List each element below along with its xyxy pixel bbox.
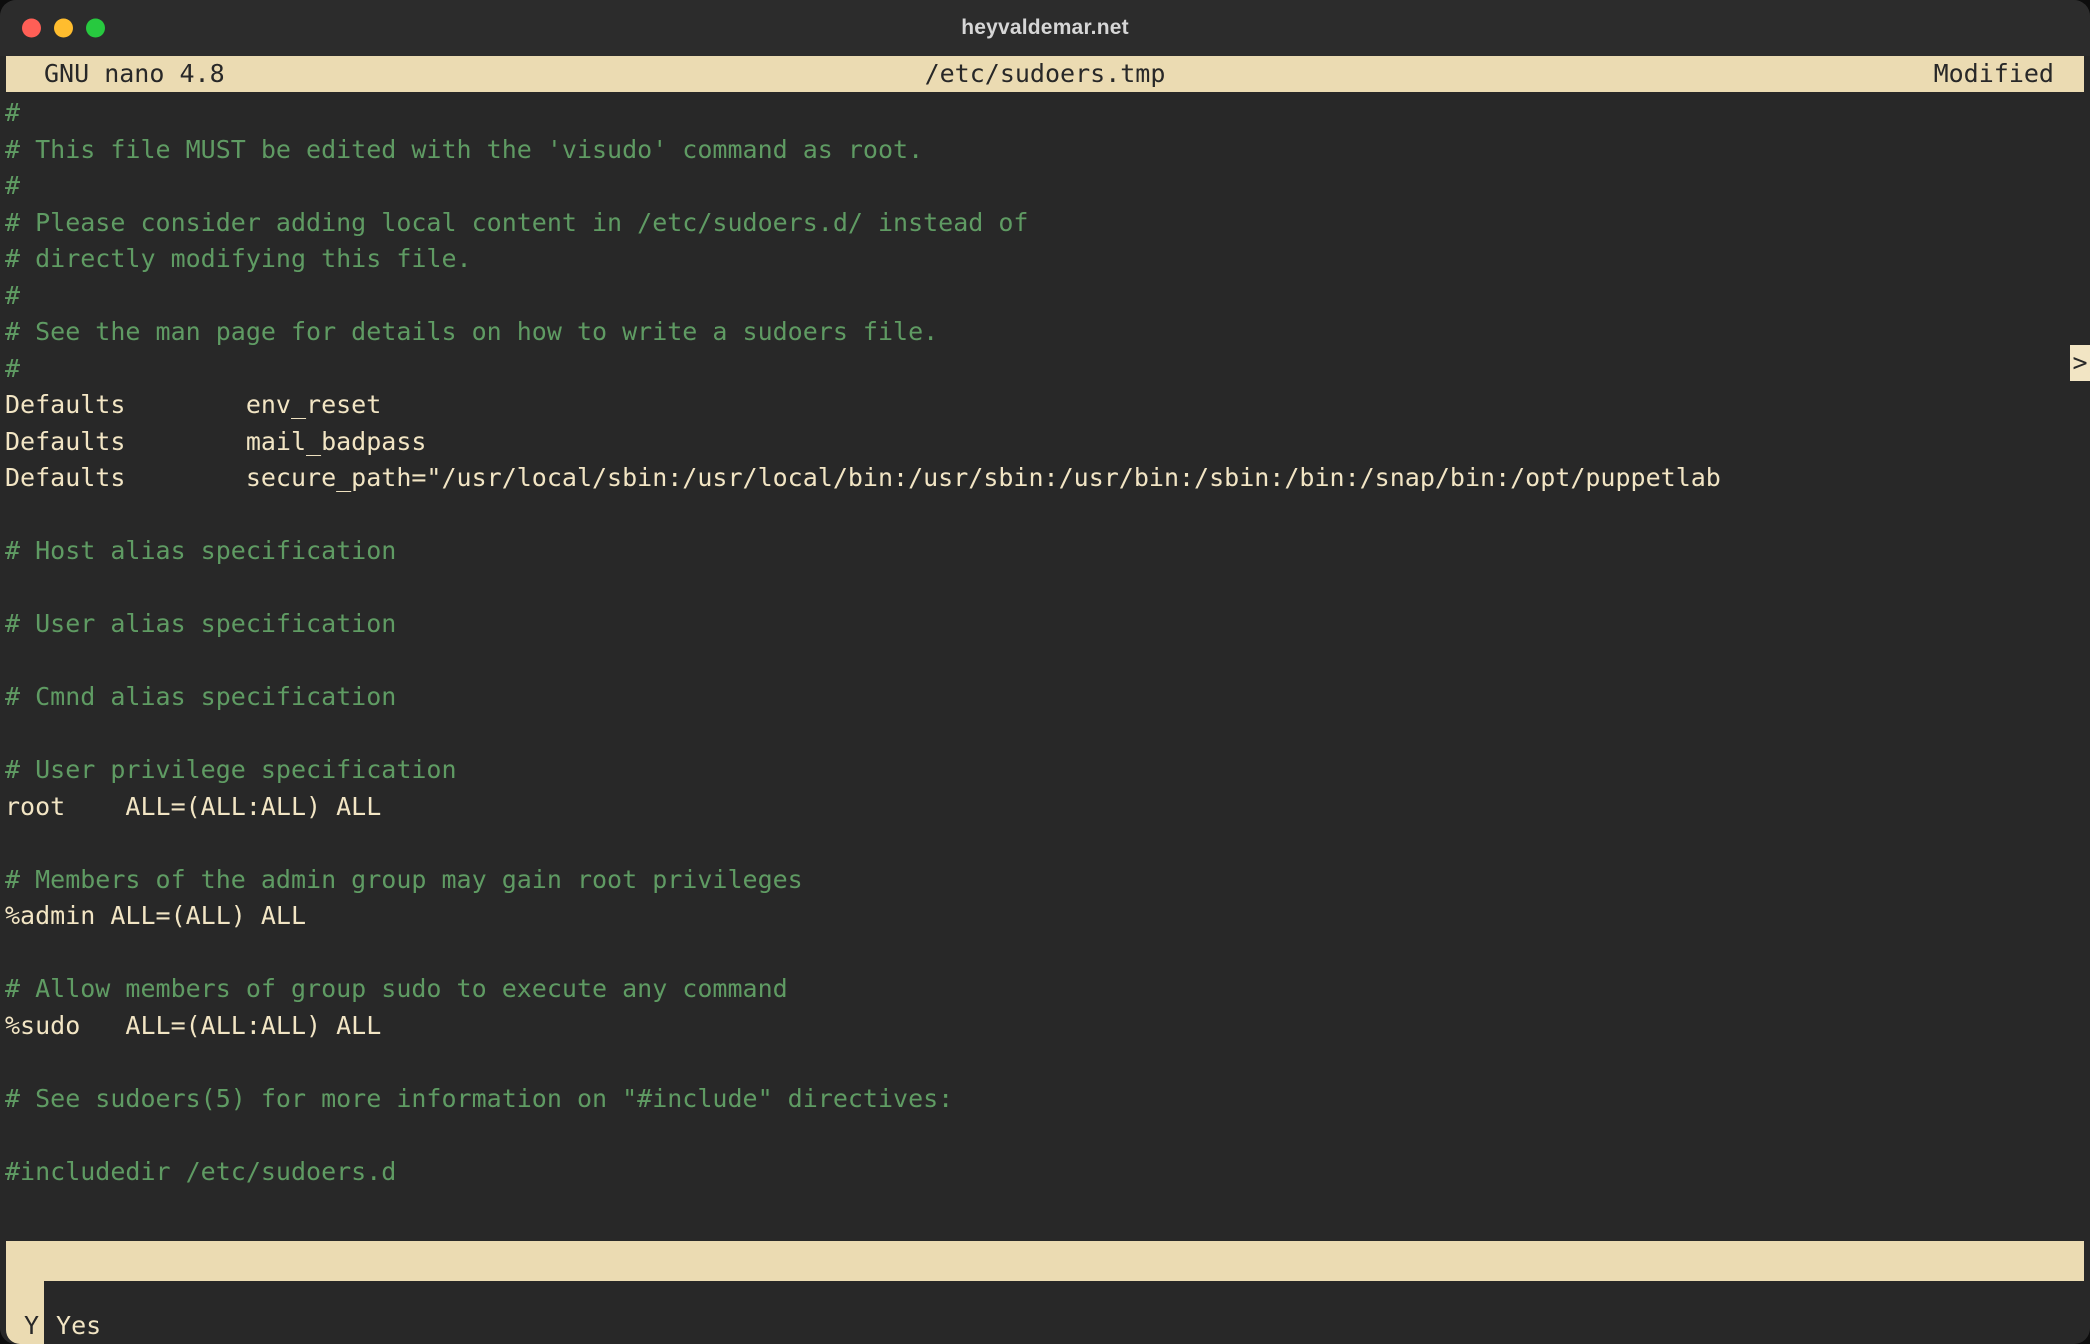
editor-line: # directly modifying this file. bbox=[5, 244, 472, 273]
editor-line: # Allow members of group sudo to execute… bbox=[5, 974, 788, 1003]
editor-line: Defaults env_reset bbox=[5, 390, 382, 419]
title-bar: heyvaldemar.net bbox=[0, 0, 2090, 56]
save-prompt-bar: Save modified buffer? bbox=[6, 1241, 2084, 1315]
editor-line: # Host alias specification bbox=[5, 536, 397, 565]
terminal-window: heyvaldemar.net GNU nano 4.8 /etc/sudoer… bbox=[0, 0, 2090, 1344]
editor-line: Defaults mail_badpass bbox=[5, 426, 427, 456]
editor-line: #includedir /etc/sudoers.d bbox=[5, 1156, 397, 1186]
editor-line: # Cmnd alias specification bbox=[5, 682, 397, 711]
shortcut-row-2: N No ^C Cancel bbox=[0, 1310, 2090, 1344]
editor-line: # See the man page for details on how to… bbox=[5, 317, 939, 346]
editor-line: %admin ALL=(ALL) ALL bbox=[5, 901, 307, 930]
editor-line: Defaults secure_path="/usr/local/sbin:/u… bbox=[5, 463, 1721, 492]
editor-line: # User privilege specification bbox=[5, 755, 457, 784]
editor-line: %sudo ALL=(ALL:ALL) ALL bbox=[5, 1010, 382, 1040]
editor-lines: # # This file MUST be edited with the 'vi… bbox=[0, 95, 2090, 1190]
editor-line: # bbox=[5, 353, 21, 383]
nano-header-bar: GNU nano 4.8 /etc/sudoers.tmp Modified bbox=[6, 56, 2084, 92]
editor-text-area[interactable]: # # This file MUST be edited with the 'vi… bbox=[0, 92, 2090, 1241]
window-title: heyvaldemar.net bbox=[961, 16, 1129, 39]
editor-line: # See sudoers(5) for more information on… bbox=[5, 1083, 954, 1113]
nano-modified-status: Modified bbox=[1933, 59, 2054, 88]
shortcut-bar: Y Yes N No ^C Cancel bbox=[0, 1281, 2090, 1344]
editor-line: # bbox=[5, 171, 21, 200]
editor-line: # Please consider adding local content i… bbox=[5, 207, 1029, 237]
shortcut-row-1: Y Yes bbox=[0, 1279, 2090, 1341]
editor-line: # Members of the admin group may gain ro… bbox=[5, 864, 803, 894]
line-continuation-marker: > bbox=[2070, 345, 2090, 381]
editor-line: root ALL=(ALL:ALL) ALL bbox=[5, 791, 382, 821]
editor-line: # This file MUST be edited with the 'vis… bbox=[5, 134, 924, 164]
editor-line: # bbox=[5, 98, 21, 127]
editor-line: # User alias specification bbox=[5, 609, 397, 638]
nano-filename: /etc/sudoers.tmp bbox=[924, 59, 1166, 88]
editor-line: # bbox=[5, 280, 21, 310]
